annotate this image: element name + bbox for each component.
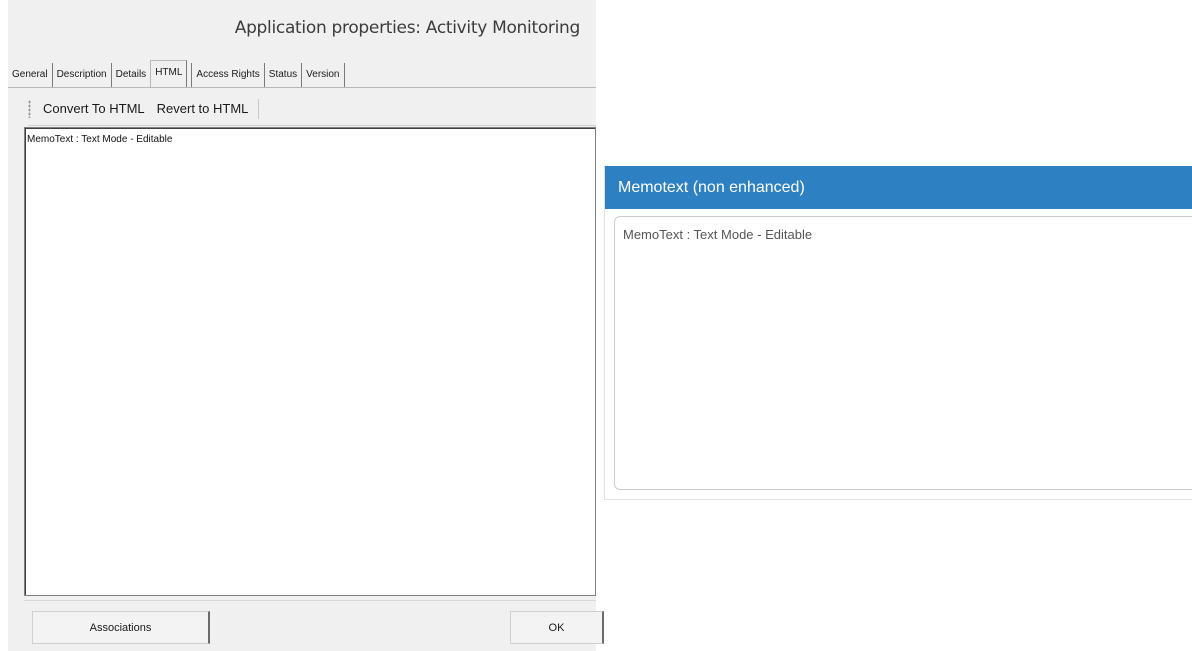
tab-description[interactable]: Description	[53, 63, 112, 87]
footer-divider	[24, 600, 596, 601]
ok-button[interactable]: OK	[510, 611, 604, 644]
tab-html[interactable]: HTML	[150, 60, 188, 87]
application-properties-dialog: Application properties: Activity Monitor…	[8, 0, 604, 651]
tab-access-rights[interactable]: Access Rights	[191, 63, 265, 87]
tab-version[interactable]: Version	[302, 63, 345, 87]
tab-status[interactable]: Status	[265, 63, 303, 87]
tab-general[interactable]: General	[8, 63, 53, 87]
tab-strip-divider	[8, 87, 596, 88]
dialog-title: Application properties: Activity Monitor…	[234, 18, 581, 38]
memo-text-field[interactable]: MemoText : Text Mode - Editable	[24, 127, 596, 596]
tab-details[interactable]: Details	[112, 63, 151, 87]
revert-to-html-button[interactable]: Revert to HTML	[151, 97, 255, 121]
convert-to-html-button[interactable]: Convert To HTML	[37, 97, 151, 121]
tab-strip: General Description Details HTML Access …	[8, 60, 596, 87]
html-toolbar: Convert To HTML Revert to HTML	[28, 93, 596, 126]
toolbar-grip-icon[interactable]	[28, 100, 31, 118]
memotext-panel: Memotext (non enhanced) MemoText : Text …	[604, 166, 1192, 500]
associations-button[interactable]: Associations	[32, 611, 210, 644]
memotext-textarea[interactable]: MemoText : Text Mode - Editable	[614, 216, 1192, 490]
toolbar-separator	[258, 99, 260, 119]
panel-header: Memotext (non enhanced)	[605, 166, 1192, 209]
